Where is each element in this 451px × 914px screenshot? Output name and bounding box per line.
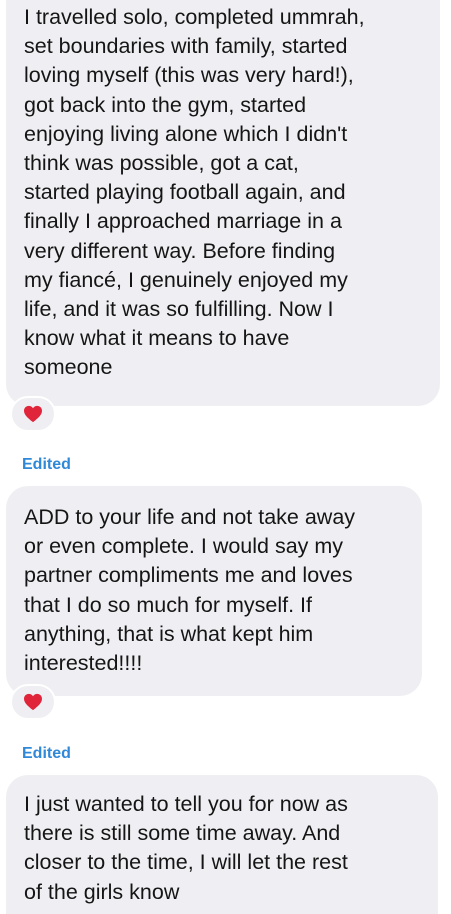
message-text-line: loving myself (this was very hard!), bbox=[24, 63, 354, 88]
message-bubble[interactable]: I just wanted to tell you for now as the… bbox=[6, 775, 438, 914]
message-text-line: very different way. Before finding bbox=[24, 238, 336, 263]
message-text-line: I just wanted to tell you for now as bbox=[24, 792, 348, 816]
message-text-line: know what it means to have bbox=[24, 326, 290, 351]
message-text-line: that I do so much for myself. If bbox=[24, 592, 312, 617]
message-text-line: interested!!!! bbox=[24, 651, 143, 676]
message-text-line: finally I approached marriage in a bbox=[24, 209, 342, 234]
message-text-line: think was possible, got a cat, bbox=[24, 151, 299, 176]
message-bubble[interactable]: I travelled solo, completed ummrah, set … bbox=[6, 0, 440, 406]
message-text-line: anything, that is what kept him bbox=[24, 621, 314, 646]
message-text-line: started playing football again, and bbox=[24, 180, 346, 205]
message-text-line: someone bbox=[24, 355, 113, 380]
message-text-line: or even complete. I would say my bbox=[24, 534, 344, 559]
message-text-line: of the girls know bbox=[24, 879, 180, 904]
edited-label: Edited bbox=[22, 745, 71, 762]
heart-icon bbox=[24, 405, 42, 423]
message-text-line: closer to the time, I will let the rest bbox=[24, 850, 348, 875]
heart-reaction[interactable] bbox=[10, 396, 56, 432]
message-bubble[interactable]: ADD to your life and not take away or ev… bbox=[6, 486, 422, 696]
message-text-line: got back into the gym, started bbox=[24, 92, 307, 117]
heart-reaction[interactable] bbox=[10, 684, 56, 720]
heart-icon bbox=[24, 693, 42, 711]
message-text-line: ADD to your life and not take away bbox=[24, 505, 356, 529]
edited-label: Edited bbox=[22, 456, 71, 473]
message-text-line: life, and it was so fulfilling. Now I bbox=[24, 297, 334, 322]
message-text-line: partner compliments me and loves bbox=[24, 563, 353, 588]
chat-screen: I travelled solo, completed ummrah, set … bbox=[0, 0, 451, 914]
message-text-line: I travelled solo, completed ummrah, bbox=[24, 5, 365, 29]
message-text-line: my fiancé, I genuinely enjoyed my bbox=[24, 267, 348, 292]
message-text-line: set boundaries with family, started bbox=[24, 34, 348, 59]
message-text-line: enjoying living alone which I didn't bbox=[24, 121, 348, 146]
message-text-line: there is still some time away. And bbox=[24, 821, 341, 846]
